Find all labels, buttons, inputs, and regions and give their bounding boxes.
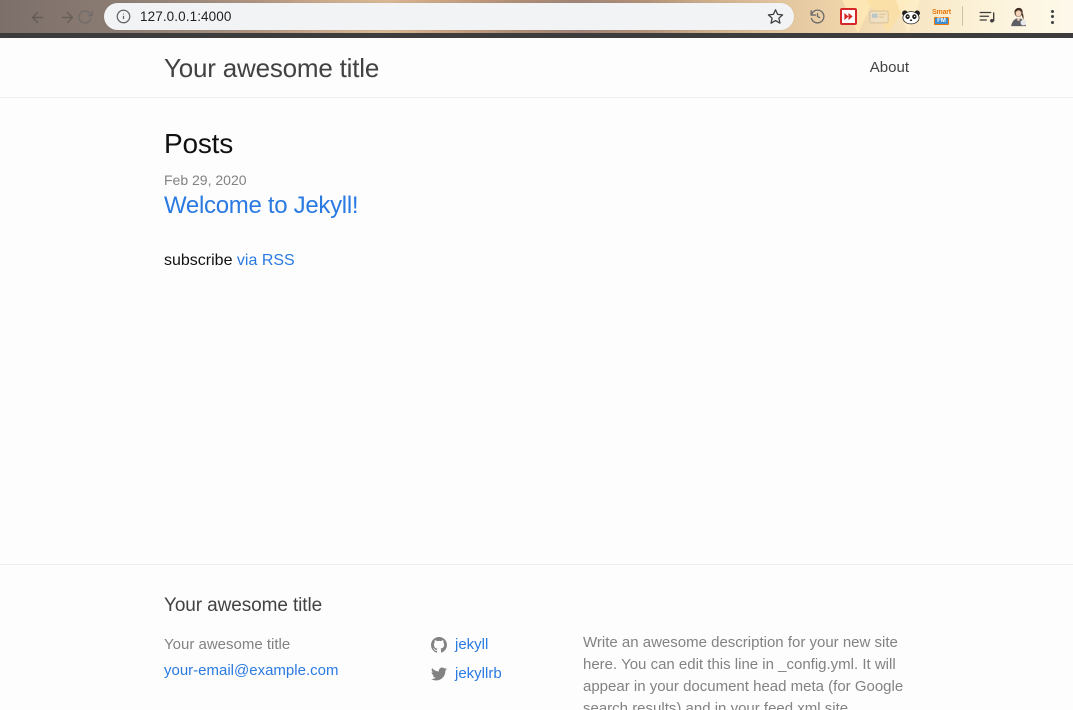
star-icon[interactable] (767, 8, 784, 25)
contact-name: Your awesome title (164, 636, 291, 653)
list-item: Your awesome title (164, 632, 431, 658)
card-icon[interactable] (866, 4, 891, 29)
toolbar-divider (962, 6, 963, 26)
panda-icon[interactable] (898, 4, 923, 29)
address-bar[interactable]: 127.0.0.1:4000 (104, 3, 794, 30)
list-item: Feb 29, 2020 Welcome to Jekyll! (164, 172, 909, 222)
smart-icon-label-bottom: FM (934, 16, 949, 25)
red-fast-forward-icon[interactable] (836, 4, 861, 29)
footer-heading: Your awesome title (164, 595, 323, 616)
smart-icon-label-top: Smart (932, 8, 951, 16)
history-icon[interactable] (805, 4, 830, 29)
post-list: Feb 29, 2020 Welcome to Jekyll! (164, 172, 909, 222)
post-date: Feb 29, 2020 (164, 172, 247, 188)
browser-toolbar: 127.0.0.1:4000 Smart FM (0, 0, 1073, 33)
post-link[interactable]: Welcome to Jekyll! (164, 190, 909, 222)
rss-link[interactable]: via RSS (237, 252, 295, 269)
rss-subscribe: subscribe via RSS (164, 252, 909, 270)
site-nav: About (870, 60, 909, 75)
profile-avatar-icon[interactable] (1006, 4, 1031, 29)
github-username[interactable]: jekyll (455, 632, 488, 658)
back-arrow-icon[interactable] (26, 6, 48, 28)
twitter-username[interactable]: jekyllrb (455, 661, 502, 687)
reload-icon[interactable] (74, 6, 96, 28)
url-text[interactable]: 127.0.0.1:4000 (140, 9, 231, 24)
chrome-menu-icon[interactable] (1040, 4, 1065, 29)
twitter-icon (431, 666, 447, 682)
github-icon (431, 637, 447, 653)
info-circle-icon[interactable] (115, 9, 131, 25)
rss-subscribe-label: subscribe (164, 252, 237, 270)
social-media-list: jekyll jekyllrb (431, 632, 583, 688)
nav-link-about[interactable]: About (870, 60, 909, 75)
list-item[interactable]: jekyllrb (431, 661, 583, 687)
list-item: your-email@example.com (164, 658, 431, 684)
playlist-icon[interactable] (974, 4, 999, 29)
site-header: Your awesome title About (0, 38, 1073, 98)
contact-list: Your awesome title your-email@example.co… (164, 632, 431, 685)
footer-contact-column: Your awesome title your-email@example.co… (164, 632, 431, 710)
list-item[interactable]: jekyll (431, 632, 583, 658)
page-viewport: Your awesome title About Posts Feb 29, 2… (0, 38, 1073, 710)
main-content: Posts Feb 29, 2020 Welcome to Jekyll! su… (0, 98, 1073, 503)
site-footer: Your awesome title Your awesome title yo… (0, 564, 1073, 710)
smart-extension-icon[interactable]: Smart FM (929, 4, 954, 29)
page-title: Posts (164, 128, 234, 159)
site-title[interactable]: Your awesome title (164, 55, 379, 81)
footer-social-column: jekyll jekyllrb (431, 632, 583, 710)
contact-email-link[interactable]: your-email@example.com (164, 662, 338, 679)
footer-description-column: Write an awesome description for your ne… (583, 632, 909, 710)
footer-columns: Your awesome title your-email@example.co… (164, 632, 909, 710)
site-description: Write an awesome description for your ne… (583, 634, 904, 710)
